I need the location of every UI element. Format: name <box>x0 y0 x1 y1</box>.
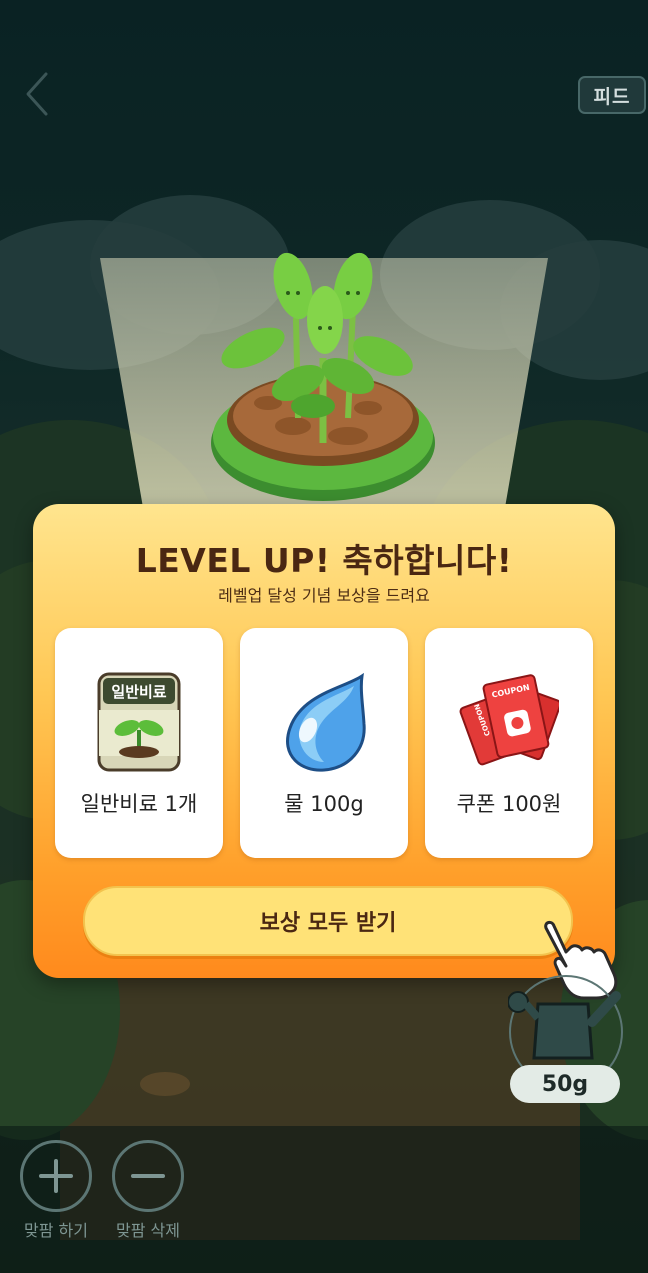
reward-label: 물 100g <box>284 792 364 816</box>
remove-farm-label: 맞팜 삭제 <box>116 1221 180 1240</box>
fertilizer-bag-icon: 일반비료 <box>97 672 181 772</box>
coupon-icon: COUPON COUPON <box>459 674 559 766</box>
feed-button[interactable]: 피드 <box>578 76 646 114</box>
back-button[interactable] <box>20 68 60 120</box>
claim-all-rewards-button[interactable]: 보상 모두 받기 <box>83 886 573 956</box>
plant-illustration <box>211 252 435 501</box>
reward-card-water[interactable]: 물 100g <box>240 628 408 858</box>
add-farm-button[interactable] <box>20 1140 92 1212</box>
reward-label: 일반비료 1개 <box>80 792 198 816</box>
plus-icon <box>39 1159 73 1193</box>
chevron-left-icon <box>26 72 48 116</box>
bottom-bar <box>0 1126 648 1273</box>
fertilizer-bag-text: 일반비료 <box>111 683 166 701</box>
water-drop-icon <box>286 672 366 772</box>
water-amount-badge: 50g <box>510 1065 620 1103</box>
reward-label: 쿠폰 100원 <box>456 792 562 816</box>
modal-subtitle: 레벨업 달성 기념 보상을 드려요 <box>218 586 430 605</box>
reward-card-coupon[interactable]: COUPON COUPON 쿠폰 100원 <box>425 628 593 858</box>
reward-card-fertilizer[interactable]: 일반비료 일반비료 1개 <box>55 628 223 858</box>
minus-icon <box>131 1174 165 1178</box>
level-up-modal: LEVEL UP! 축하합니다! 레벨업 달성 기념 보상을 드려요 일반비료 … <box>33 504 615 978</box>
modal-title: LEVEL UP! 축하합니다! <box>135 541 513 580</box>
remove-farm-button[interactable] <box>112 1140 184 1212</box>
